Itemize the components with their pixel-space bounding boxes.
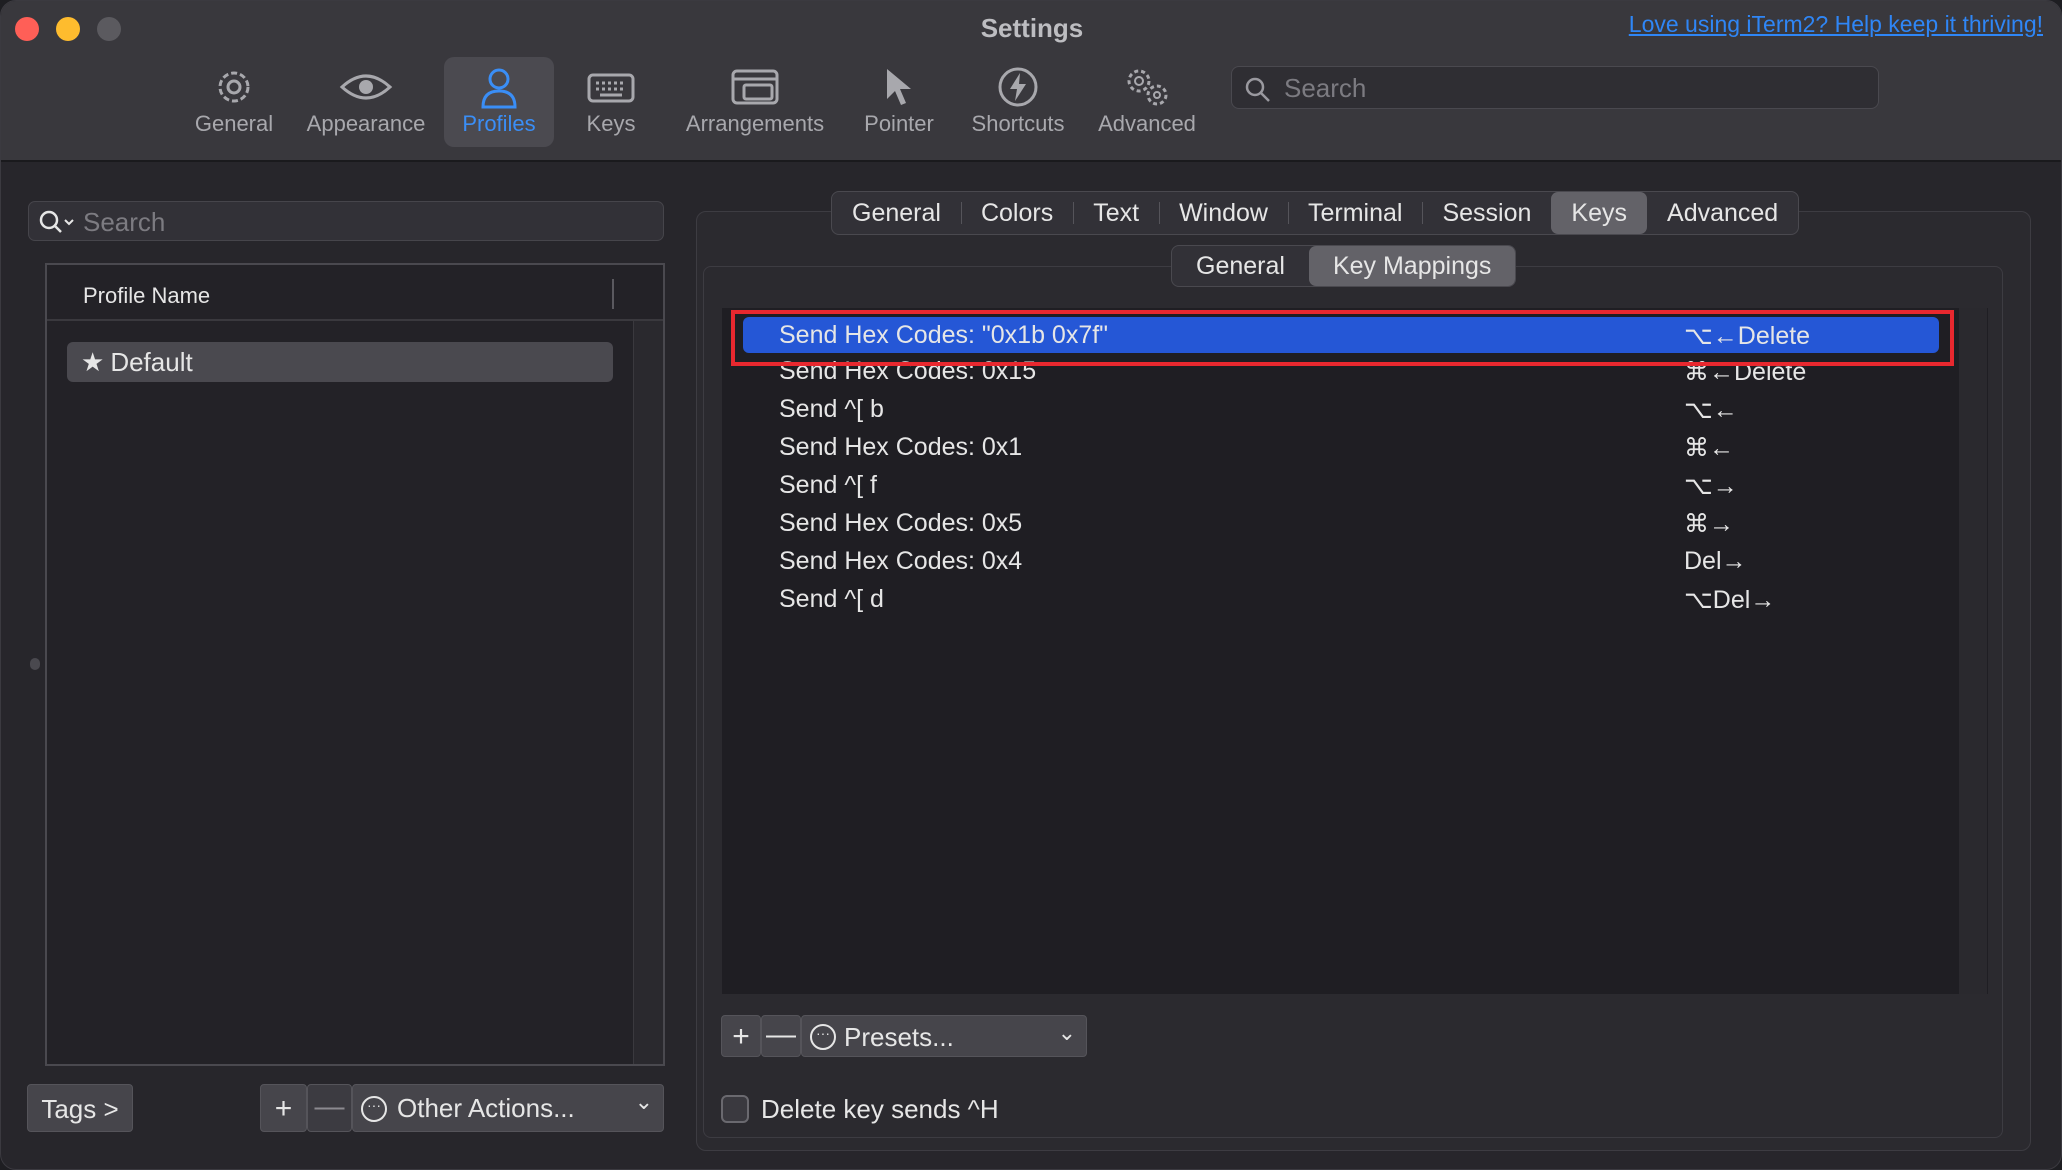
- delete-sends-ctrl-h-label: Delete key sends ^H: [761, 1094, 999, 1124]
- toolbar-keys-label: Keys: [586, 111, 636, 136]
- mapping-key: Del→: [1684, 547, 1747, 575]
- presets-button[interactable]: ··· Presets... ⌄: [801, 1015, 1087, 1057]
- table-row[interactable]: Send Hex Codes: 0x1 ⌘←: [743, 429, 1939, 465]
- mapping-key: ⌘←Delete: [1684, 358, 1807, 386]
- table-row[interactable]: Send Hex Codes: "0x1b 0x7f" ⌥←Delete: [743, 317, 1939, 353]
- search-icon: [1245, 77, 1270, 102]
- toolbar-general[interactable]: General: [187, 57, 281, 147]
- tab-general[interactable]: General: [832, 192, 961, 234]
- bolt-icon: [998, 67, 1038, 107]
- ellipsis-circle-icon: ···: [361, 1096, 387, 1122]
- table-row[interactable]: Send Hex Codes: 0x5 ⌘→: [743, 505, 1939, 541]
- mapping-action: Send Hex Codes: 0x1: [779, 433, 1023, 461]
- mapping-action: Send Hex Codes: 0x15: [779, 357, 1037, 385]
- tab-window[interactable]: Window: [1159, 192, 1288, 234]
- windows-icon: [731, 69, 779, 105]
- mapping-action: Send ^[ f: [779, 471, 877, 499]
- chevron-down-icon: ⌄: [634, 1089, 653, 1114]
- add-mapping-button[interactable]: +: [721, 1015, 761, 1057]
- split-view-handle[interactable]: [30, 658, 40, 670]
- toolbar-shortcuts-label: Shortcuts: [971, 111, 1065, 136]
- mapping-key: ⌥Del→: [1684, 586, 1776, 614]
- keys-subtabs: General Key Mappings: [1171, 245, 1517, 287]
- toolbar-search-input[interactable]: [1284, 72, 1864, 104]
- toolbar-appearance-label: Appearance: [306, 111, 426, 136]
- ellipsis-circle-icon: ···: [810, 1024, 836, 1050]
- toolbar-advanced-label: Advanced: [1098, 111, 1196, 136]
- profile-list: Profile Name ★ Default: [45, 263, 665, 1066]
- tags-button[interactable]: Tags >: [27, 1084, 133, 1132]
- toolbar-general-label: General: [194, 111, 274, 136]
- keyboard-icon: [587, 73, 635, 103]
- toolbar-keys[interactable]: Keys: [571, 57, 651, 147]
- mapping-action: Send Hex Codes: "0x1b 0x7f": [779, 321, 1109, 349]
- toolbar-pointer[interactable]: Pointer: [853, 57, 945, 147]
- mapping-key: ⌘→: [1684, 510, 1734, 538]
- table-row[interactable]: Send ^[ b ⌥←: [743, 391, 1939, 427]
- mapping-action: Send ^[ b: [779, 395, 884, 423]
- tab-advanced[interactable]: Advanced: [1647, 192, 1798, 234]
- person-icon: [481, 68, 517, 109]
- profile-list-scrollbar[interactable]: [633, 321, 663, 1064]
- gear-icon: [218, 71, 250, 103]
- table-row[interactable]: Send Hex Codes: 0x15 ⌘←Delete: [743, 353, 1939, 389]
- table-row[interactable]: Send ^[ d ⌥Del→: [743, 581, 1939, 617]
- table-row[interactable]: Send ^[ f ⌥→: [743, 467, 1939, 503]
- mapping-action: Send Hex Codes: 0x4: [779, 547, 1023, 575]
- tab-keys[interactable]: Keys: [1551, 192, 1648, 234]
- presets-label: Presets...: [844, 1022, 954, 1052]
- toolbar: Settings Love using iTerm2? Help keep it…: [1, 1, 2061, 162]
- profile-tabs: General Colors Text Window Terminal Sess…: [831, 191, 1800, 235]
- toolbar-pointer-label: Pointer: [864, 111, 934, 136]
- other-actions-label: Other Actions...: [397, 1093, 575, 1123]
- toolbar-profiles[interactable]: Profiles: [444, 57, 554, 147]
- profile-row-label: Default: [110, 347, 193, 377]
- gears-icon: [1127, 69, 1168, 106]
- tab-session[interactable]: Session: [1422, 192, 1551, 234]
- key-mappings-scrollbar[interactable]: [1959, 308, 1987, 994]
- donate-link[interactable]: Love using iTerm2? Help keep it thriving…: [1629, 11, 2043, 38]
- search-icon: [39, 210, 74, 233]
- eye-icon: [339, 74, 393, 100]
- tab-colors[interactable]: Colors: [960, 192, 1073, 234]
- settings-window: Settings Love using iTerm2? Help keep it…: [0, 0, 2062, 1170]
- delete-sends-ctrl-h-checkbox[interactable]: [721, 1095, 749, 1123]
- mapping-action: Send Hex Codes: 0x5: [779, 509, 1023, 537]
- other-actions-button[interactable]: ··· Other Actions... ⌄: [352, 1084, 664, 1132]
- toolbar-arrangements-label: Arrangements: [685, 111, 825, 136]
- pointer-icon: [887, 69, 911, 105]
- mapping-key: ⌥←Delete: [1684, 322, 1811, 350]
- subtab-general[interactable]: General: [1172, 246, 1309, 286]
- key-mappings-table: Send Hex Codes: "0x1b 0x7f" ⌥←Delete Sen…: [722, 308, 1988, 994]
- tab-text[interactable]: Text: [1073, 192, 1159, 234]
- profile-row-default[interactable]: ★ Default: [67, 342, 613, 382]
- tab-terminal[interactable]: Terminal: [1287, 192, 1422, 234]
- toolbar-shortcuts[interactable]: Shortcuts: [965, 57, 1071, 147]
- profile-name-column-header[interactable]: Profile Name: [47, 265, 663, 321]
- mapping-action: Send ^[ d: [779, 585, 884, 613]
- subtab-key-mappings[interactable]: Key Mappings: [1308, 246, 1516, 286]
- profile-search-input[interactable]: [83, 206, 653, 238]
- column-divider: [612, 279, 614, 309]
- mapping-key: ⌥→: [1684, 472, 1738, 500]
- mapping-key: ⌘←: [1684, 434, 1734, 462]
- toolbar-profiles-label: Profiles: [462, 111, 536, 136]
- toolbar-advanced[interactable]: Advanced: [1093, 57, 1201, 147]
- star-icon: ★: [81, 347, 105, 377]
- profile-search: [28, 201, 664, 241]
- toolbar-appearance[interactable]: Appearance: [297, 57, 435, 147]
- toolbar-search: [1231, 66, 1879, 109]
- remove-profile-button[interactable]: —: [307, 1084, 352, 1132]
- mapping-key: ⌥←: [1684, 396, 1738, 424]
- toolbar-arrangements[interactable]: Arrangements: [677, 57, 833, 147]
- remove-mapping-button[interactable]: —: [761, 1015, 801, 1057]
- table-row[interactable]: Send Hex Codes: 0x4 Del→: [743, 543, 1939, 579]
- chevron-down-icon: ⌄: [1057, 1020, 1076, 1045]
- add-profile-button[interactable]: +: [260, 1084, 307, 1132]
